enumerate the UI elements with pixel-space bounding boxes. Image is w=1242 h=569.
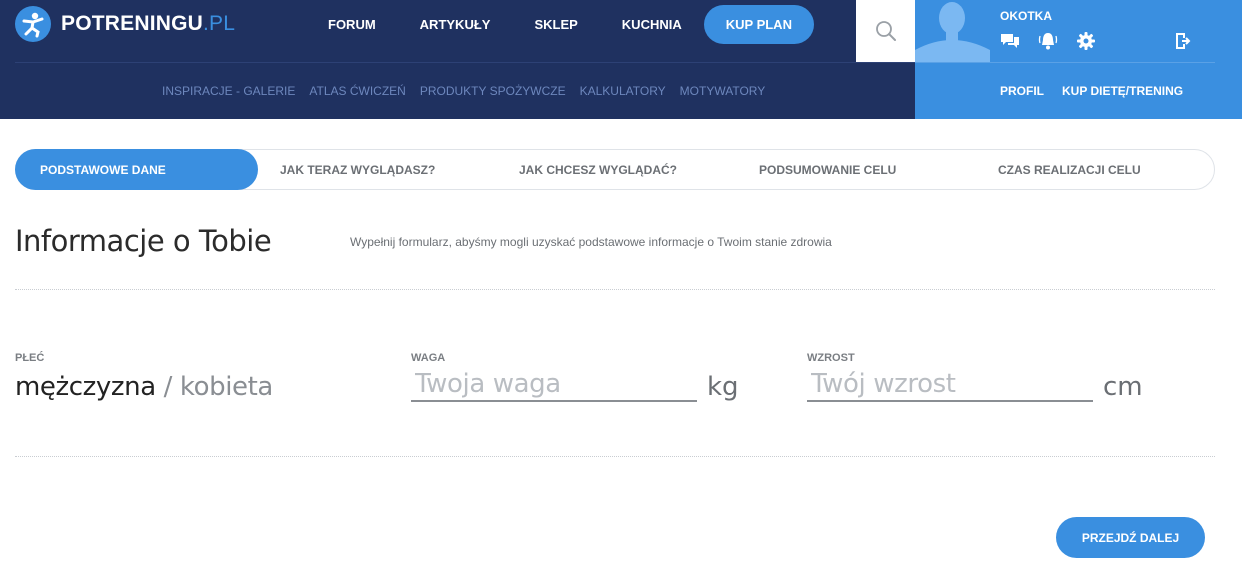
bell-icon[interactable] [1038, 31, 1058, 51]
search-button[interactable] [856, 0, 915, 62]
nav-kitchen[interactable]: KUCHNIA [600, 17, 704, 32]
step-desired-look[interactable]: JAK CHCESZ WYGLĄDAĆ? [519, 149, 677, 190]
user-icons [1000, 31, 1240, 51]
next-step-button[interactable]: PRZEJDŹ DALEJ [1056, 517, 1205, 558]
gear-icon[interactable] [1076, 31, 1096, 51]
avatar[interactable] [915, 0, 990, 62]
progress-steps: PODSTAWOWE DANE JAK TERAZ WYGLĄDASZ? JAK… [15, 149, 1215, 190]
weight-input[interactable] [411, 368, 697, 402]
logo-text: POTRENINGU.PL [61, 12, 236, 35]
weight-unit: kg [707, 372, 739, 402]
buy-plan-button[interactable]: KUP PLAN [703, 5, 814, 44]
height-unit: cm [1103, 372, 1143, 402]
site-logo[interactable]: POTRENINGU.PL [15, 6, 235, 42]
gender-label: PŁEĆ [15, 352, 45, 364]
nav-shop[interactable]: SKLEP [512, 17, 599, 32]
nav-forum[interactable]: FORUM [306, 17, 398, 32]
page-title: Informacje o Tobie [15, 224, 272, 258]
profile-link[interactable]: PROFIL [1000, 84, 1044, 98]
username[interactable]: OKOTKA [1000, 9, 1052, 23]
subnav-motivators[interactable]: MOTYWATORY [680, 84, 766, 98]
site-header: POTRENINGU.PL FORUM ARTYKUŁY SKLEP KUCHN… [0, 0, 1242, 119]
divider-bottom [15, 456, 1215, 457]
step-current-look[interactable]: JAK TERAZ WYGLĄDASZ? [280, 149, 435, 190]
weight-label: WAGA [411, 352, 446, 364]
gender-toggle: mężczyzna / kobieta [15, 372, 273, 402]
logout-icon[interactable] [1173, 31, 1193, 51]
sub-navigation: INSPIRACJE - GALERIE ATLAS ĆWICZEŃ PRODU… [162, 84, 779, 98]
subnav-exercise-atlas[interactable]: ATLAS ĆWICZEŃ [309, 84, 405, 98]
buy-diet-link[interactable]: KUP DIETĘ/TRENING [1062, 84, 1183, 98]
height-label: WZROST [807, 352, 855, 364]
gender-male-option[interactable]: mężczyzna [15, 372, 156, 402]
user-links: PROFIL KUP DIETĘ/TRENING [1000, 84, 1201, 98]
chat-icon[interactable] [1000, 31, 1020, 51]
search-icon [875, 21, 896, 41]
page-description: Wypełnij formularz, abyśmy mogli uzyskać… [350, 235, 832, 249]
subnav-galleries[interactable]: INSPIRACJE - GALERIE [162, 84, 295, 98]
top-navigation: FORUM ARTYKUŁY SKLEP KUCHNIA KUP PLAN [306, 5, 814, 44]
user-panel: OKOTKA PROFIL KUP DIETĘ/TRENING [915, 0, 1242, 119]
header-divider [15, 62, 915, 63]
subnav-food-products[interactable]: PRODUKTY SPOŻYWCZE [420, 84, 566, 98]
gender-separator: / [155, 372, 180, 402]
step-goal-summary[interactable]: PODSUMOWANIE CELU [759, 149, 896, 190]
step-basic-data[interactable]: PODSTAWOWE DANE [15, 149, 258, 190]
gender-female-option[interactable]: kobieta [180, 372, 273, 402]
subnav-calculators[interactable]: KALKULATORY [580, 84, 666, 98]
runner-logo-icon [15, 6, 51, 42]
divider-top [15, 289, 1215, 290]
nav-articles[interactable]: ARTYKUŁY [398, 17, 513, 32]
height-input[interactable] [807, 368, 1093, 402]
user-panel-divider [915, 62, 1215, 63]
step-goal-time[interactable]: CZAS REALIZACJI CELU [998, 149, 1141, 190]
